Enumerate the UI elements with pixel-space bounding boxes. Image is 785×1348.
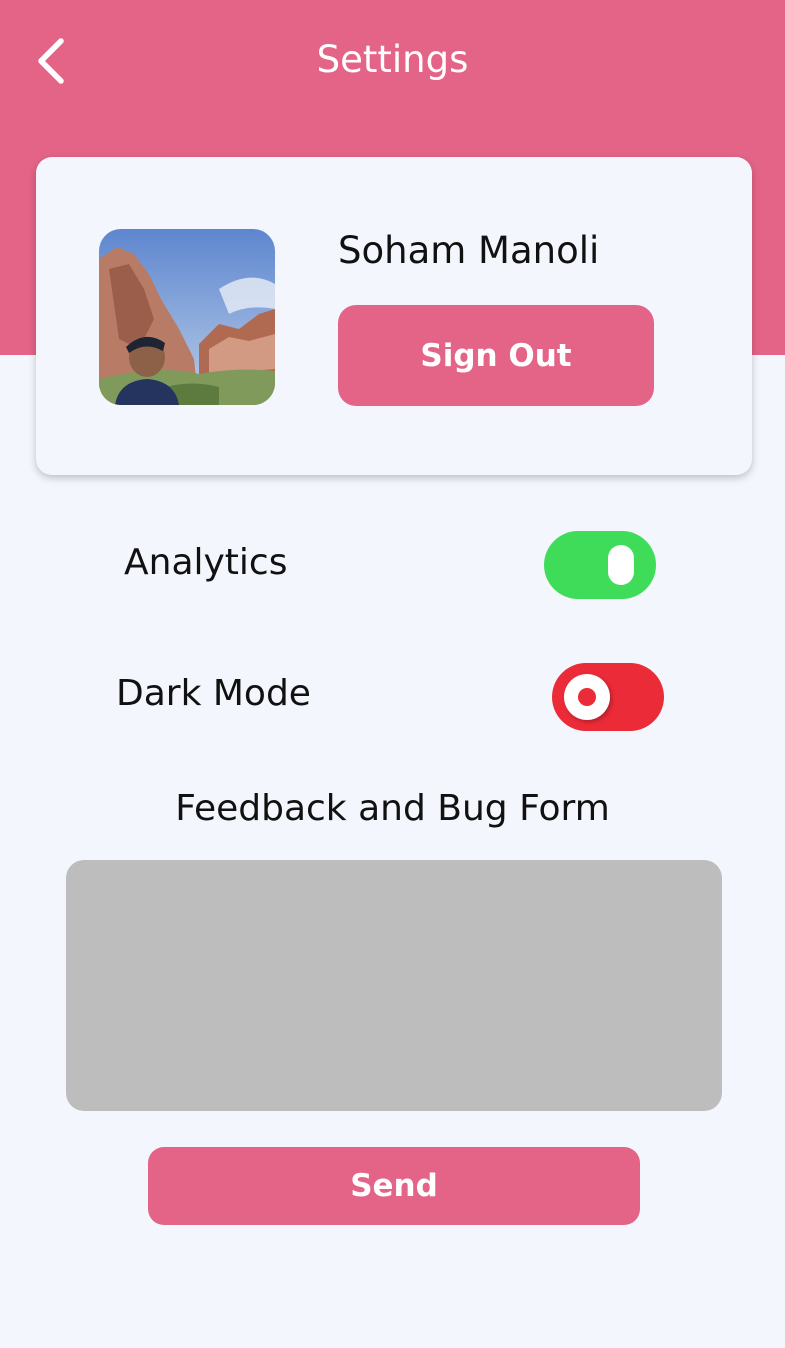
- analytics-toggle[interactable]: [544, 531, 656, 599]
- sign-out-button[interactable]: Sign Out: [338, 305, 654, 406]
- toggle-knob: [608, 545, 634, 585]
- send-label: Send: [350, 1168, 438, 1204]
- user-name: Soham Manoli: [338, 229, 600, 272]
- profile-photo: [99, 229, 275, 405]
- feedback-form-title: Feedback and Bug Form: [175, 788, 610, 829]
- profile-card: Soham Manoli Sign Out: [36, 157, 752, 475]
- sign-out-label: Sign Out: [420, 337, 572, 374]
- toggle-indicator-dot: [578, 688, 596, 706]
- feedback-textarea[interactable]: [66, 860, 722, 1111]
- avatar: [99, 229, 275, 405]
- page-title: Settings: [316, 38, 469, 81]
- toggle-knob: [564, 674, 610, 720]
- analytics-label: Analytics: [124, 542, 288, 583]
- dark-mode-toggle[interactable]: [552, 663, 664, 731]
- dark-mode-label: Dark Mode: [116, 673, 311, 714]
- send-button[interactable]: Send: [148, 1147, 640, 1225]
